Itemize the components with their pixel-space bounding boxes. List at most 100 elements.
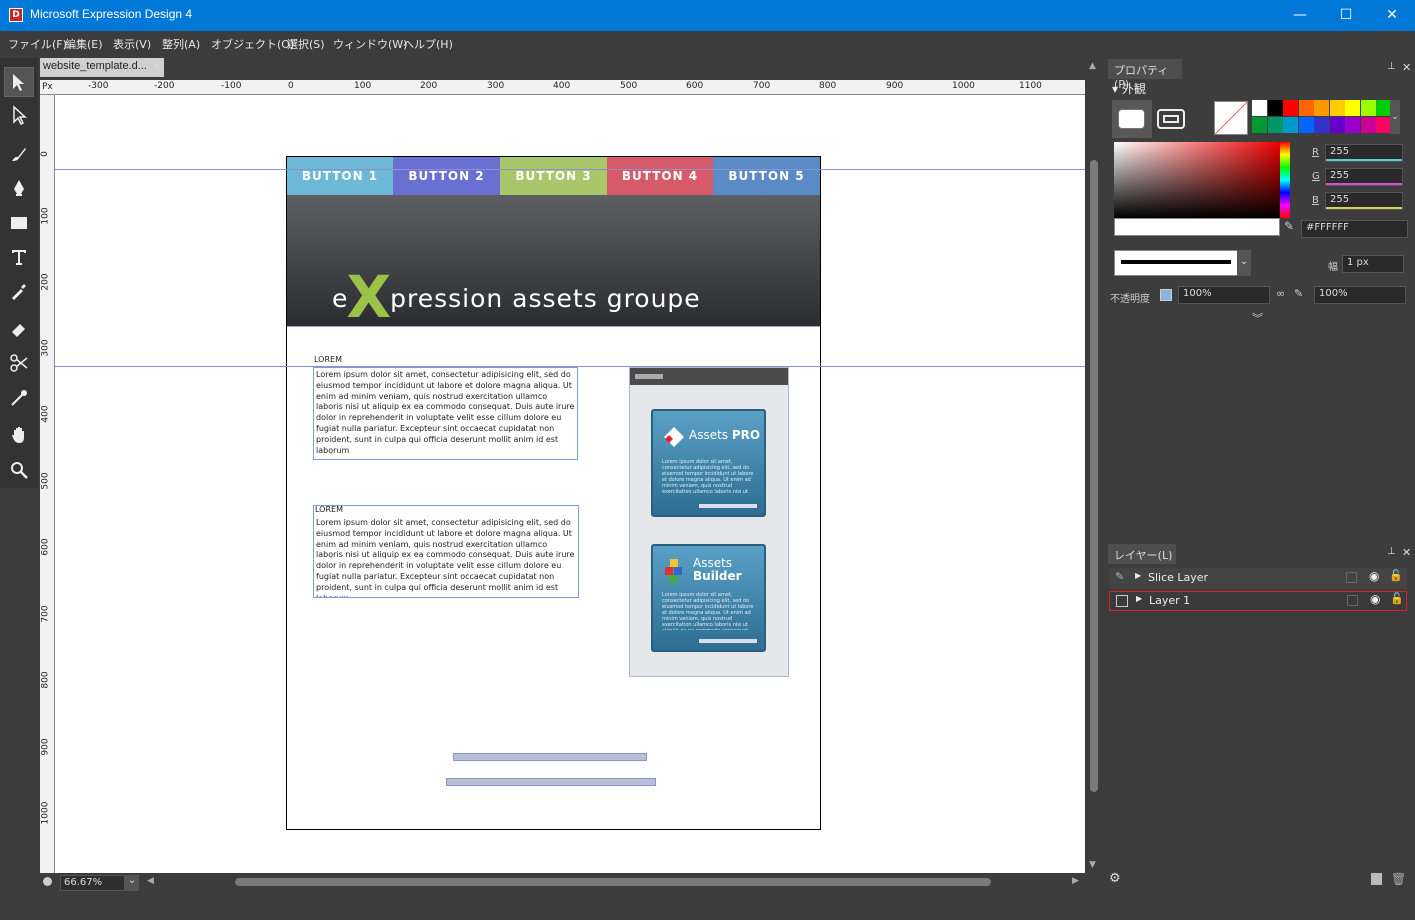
eyedropper-tool-icon[interactable] [4,276,34,306]
scroll-up-icon[interactable]: ▲ [1089,61,1096,71]
link-icon[interactable]: ∞ [1276,287,1285,300]
stroke-style-select[interactable] [1114,250,1238,276]
opacity-field[interactable]: 100% [1178,286,1270,304]
opacity-checker-icon[interactable] [1160,289,1172,301]
pin-icon[interactable]: ⊥ [1387,61,1396,72]
color-swatch[interactable] [1298,100,1314,116]
canvas[interactable]: BUTTON 1 BUTTON 2 BUTTON 3 BUTTON 4 BUTT… [55,95,1085,873]
layer-color-box[interactable] [1347,595,1358,606]
scroll-left-icon[interactable]: ◀ [147,876,154,886]
expand-layer-icon[interactable]: ▶ [1135,571,1141,580]
color-swatch[interactable] [1329,100,1345,116]
eye-icon[interactable]: ◉ [1370,592,1380,606]
menu-file[interactable]: ファイル(F) [8,36,67,52]
maximize-button[interactable]: ☐ [1323,0,1369,31]
lock-icon[interactable]: 🔓 [1390,592,1404,605]
text-block[interactable]: Lorem ipsum dolor sit amet, consectetur … [313,367,578,460]
b-slider[interactable] [1326,207,1402,209]
scissors-tool-icon[interactable] [4,348,34,378]
zoom-dropdown-icon[interactable]: ⌄ [125,875,139,891]
width-field[interactable]: 1 px [1342,255,1404,273]
color-swatch[interactable] [1314,100,1329,116]
color-swatch[interactable] [1252,100,1267,116]
color-swatch[interactable] [1345,100,1360,116]
close-panel-icon[interactable]: ✕ [1402,546,1411,559]
document-tab[interactable]: website_template.d... [40,58,164,77]
menu-object[interactable]: オブジェクト(O) [211,36,294,52]
expand-layer-icon[interactable]: ▶ [1136,594,1142,603]
close-panel-icon[interactable]: ✕ [1402,61,1411,74]
stroke-opacity-field[interactable]: 100% [1314,286,1406,304]
layer-row-slice[interactable]: ✎ ▶ Slice Layer ◉ 🔓 [1109,568,1407,588]
layer-row-layer1[interactable]: ▶ Layer 1 ◉ 🔓 [1109,591,1407,611]
b-field[interactable]: 255 [1325,192,1403,210]
nav-button-5[interactable]: BUTTON 5 [713,157,820,195]
r-slider[interactable] [1326,159,1402,161]
zoom-level-field[interactable]: 66.67% [60,875,125,891]
pen-tool-icon[interactable] [4,173,34,203]
g-field[interactable]: 255 [1325,168,1403,186]
close-tab-icon[interactable]: × [152,60,161,73]
scroll-right-icon[interactable]: ▶ [1072,876,1079,886]
nav-button-2[interactable]: BUTTON 2 [393,157,500,195]
color-swatch[interactable] [1360,117,1376,133]
stroke-dropdown-icon[interactable]: ⌄ [1237,250,1251,276]
fill-swatch-icon[interactable] [1118,109,1145,129]
delete-layer-icon[interactable]: 🗑 [1391,872,1406,886]
product-card-pro[interactable]: Assets PRO Lorem ipsum dolor sit amet, c… [651,409,766,517]
footer-copyright[interactable] [446,778,656,786]
color-swatch[interactable] [1283,117,1298,133]
zoom-tool-icon[interactable] [4,455,34,485]
rectangle-tool-icon[interactable] [4,208,34,238]
menu-arrange[interactable]: 整列(A) [162,36,200,52]
guide-line[interactable] [55,366,1085,367]
layers-tab[interactable]: レイヤー(L) [1108,544,1176,564]
vertical-scroll-thumb[interactable] [1090,160,1098,792]
new-layer-icon[interactable] [1371,873,1382,885]
pin-icon[interactable]: ⊥ [1387,546,1396,557]
g-slider[interactable] [1326,183,1402,185]
menu-window[interactable]: ウィンドウ(W) [333,36,407,52]
guide-line[interactable] [55,169,1085,170]
appearance-section[interactable]: ▾ 外観 [1112,80,1146,97]
hex-field[interactable]: #FFFFFF [1301,220,1408,238]
swatch-dropdown-icon[interactable]: ⌄ [1390,100,1400,134]
nav-button-3[interactable]: BUTTON 3 [500,157,607,195]
text-block[interactable]: LOREM Lorem ipsum dolor sit amet, consec… [313,505,579,598]
hue-slider[interactable] [1280,142,1290,218]
color-swatch[interactable] [1267,117,1283,133]
color-picker-field[interactable] [1114,142,1280,218]
lock-icon[interactable]: 🔓 [1389,569,1403,582]
color-swatch[interactable] [1298,117,1314,133]
brush-tool-icon[interactable] [4,139,34,169]
direct-selection-tool-icon[interactable] [4,100,34,130]
menu-view[interactable]: 表示(V) [113,36,151,52]
scroll-down-icon[interactable]: ▼ [1089,860,1096,870]
properties-tab[interactable]: プロパティ(P) [1108,59,1182,91]
layer-options-gear-icon[interactable]: ⚙ [1109,871,1121,886]
color-swatch[interactable] [1267,100,1283,116]
product-sidebar[interactable]: Assets PRO Lorem ipsum dolor sit amet, c… [629,367,789,677]
expand-chevron-icon[interactable]: ︾ [1252,310,1263,326]
eye-icon[interactable]: ◉ [1369,569,1379,583]
color-swatch[interactable] [1345,117,1360,133]
color-swatch[interactable] [1329,117,1345,133]
stroke-swatch-icon[interactable] [1157,109,1185,129]
color-swatch[interactable] [1376,100,1391,116]
hand-tool-icon[interactable] [4,420,34,450]
eraser-tool-icon[interactable] [4,314,34,344]
dropper-tool-icon[interactable] [4,383,34,413]
footer-links[interactable] [453,753,647,761]
color-swatch[interactable] [1360,100,1376,116]
color-swatch[interactable] [1314,117,1329,133]
menu-help[interactable]: ヘルプ(H) [403,36,453,52]
close-window-button[interactable]: ✕ [1369,0,1415,31]
artboard[interactable]: BUTTON 1 BUTTON 2 BUTTON 3 BUTTON 4 BUTT… [286,156,821,830]
color-swatch[interactable] [1252,117,1267,133]
hero-banner[interactable]: eXpression assets groupe [287,195,820,331]
menu-edit[interactable]: 編集(E) [65,36,103,52]
r-field[interactable]: 255 [1325,144,1403,162]
nav-button-1[interactable]: BUTTON 1 [287,157,393,195]
no-color-swatch-icon[interactable] [1214,101,1248,135]
eyedropper-icon[interactable]: ✎ [1284,219,1294,233]
